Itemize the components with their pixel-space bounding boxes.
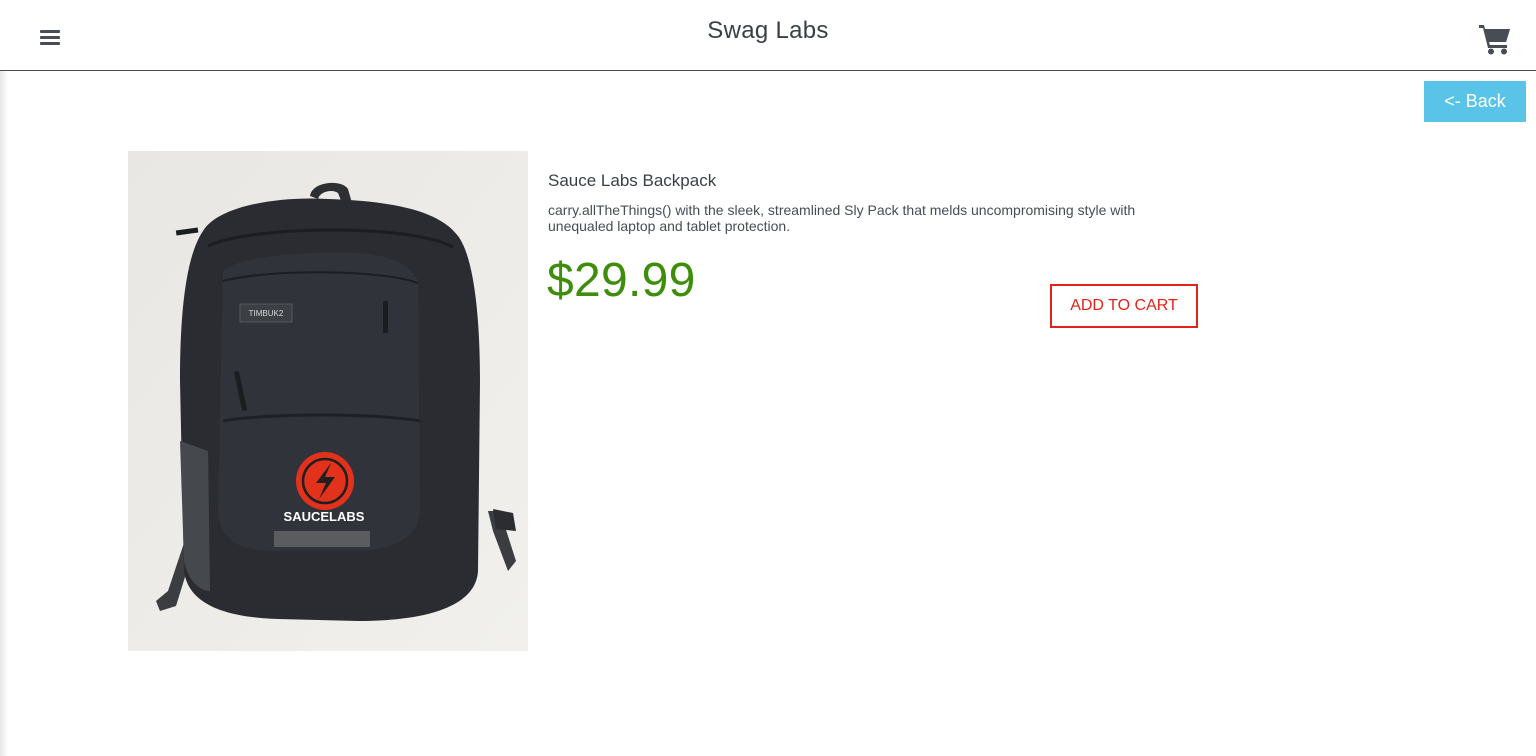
back-to-products-button[interactable]: <- Back	[1424, 81, 1526, 122]
page-edge-shadow	[0, 0, 8, 756]
bag-logo-text: SAUCELABS	[284, 509, 365, 524]
product-price: $29.99	[547, 254, 696, 307]
product-image: TIMBUK2 SAUCELABS	[128, 151, 528, 651]
product-description: carry.allTheThings() with the sleek, str…	[548, 202, 1136, 234]
bag-tag-text: TIMBUK2	[249, 309, 284, 318]
primary-header: Swag Labs	[0, 0, 1536, 71]
shopping-cart-icon[interactable]	[1476, 22, 1514, 56]
add-to-cart-button[interactable]: ADD TO CART	[1050, 284, 1198, 328]
app-title: Swag Labs	[707, 17, 829, 44]
product-name: Sauce Labs Backpack	[548, 171, 717, 190]
